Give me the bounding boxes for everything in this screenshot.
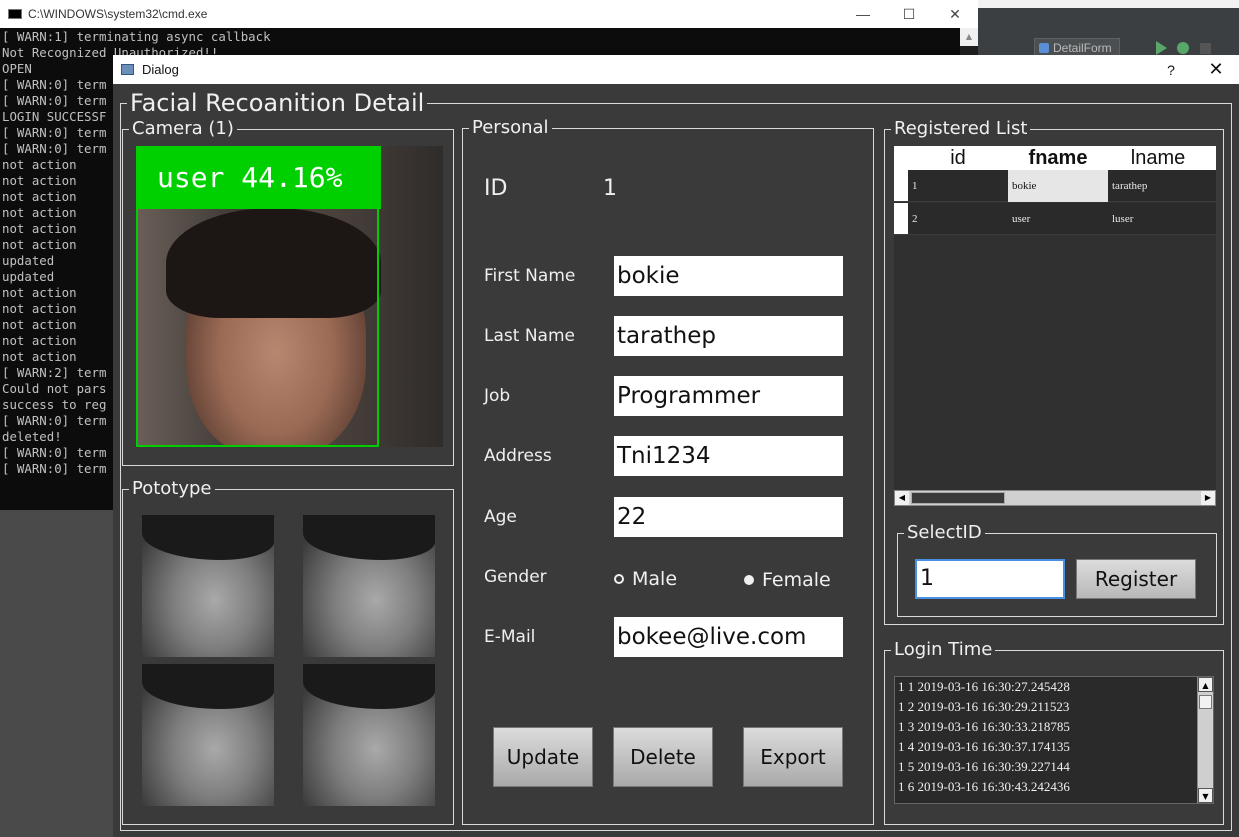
job-field[interactable]: Programmer xyxy=(614,376,843,416)
column-header-lname[interactable]: lname xyxy=(1108,146,1208,170)
debug-icon[interactable] xyxy=(1177,42,1189,54)
registered-table[interactable]: id fname lname 1 bokie tarathep 2 user l… xyxy=(894,146,1216,499)
id-label: ID xyxy=(484,176,508,201)
table-row[interactable]: 2 user luser xyxy=(894,203,1216,235)
cmd-icon xyxy=(8,9,22,19)
close-button[interactable]: ✕ xyxy=(1193,59,1239,80)
cmd-titlebar[interactable]: C:\WINDOWS\system32\cmd.exe — ☐ ✕ xyxy=(0,0,978,28)
prototype-image xyxy=(303,664,435,806)
list-item[interactable]: 1 2 2019-03-16 16:30:29.211523 xyxy=(895,697,1213,717)
login-group-title: Login Time xyxy=(891,639,996,661)
selectid-group: SelectID 1 Register xyxy=(897,522,1217,617)
ide-toolbar: DetailForm ▾ xyxy=(978,0,1239,73)
dialog-titlebar[interactable]: Dialog ? ✕ xyxy=(113,55,1239,84)
prototype-image xyxy=(303,515,435,657)
login-time-list[interactable]: 1 1 2019-03-16 16:30:27.245428 1 2 2019-… xyxy=(894,676,1214,804)
minimize-button[interactable]: — xyxy=(840,6,886,23)
email-label: E-Mail xyxy=(484,627,536,647)
female-label: Female xyxy=(762,569,831,591)
cell-lname[interactable]: luser xyxy=(1108,203,1208,235)
face-detection-box xyxy=(136,209,379,447)
gender-label: Gender xyxy=(484,567,547,587)
male-radio[interactable]: Male xyxy=(614,568,677,590)
prototype-group: Pototype xyxy=(122,478,454,825)
table-horizontal-scrollbar[interactable]: ◀ ▶ xyxy=(894,490,1216,506)
scroll-left-icon[interactable]: ◀ xyxy=(895,491,909,505)
scroll-down-icon[interactable]: ▼ xyxy=(1198,788,1213,803)
last-name-field[interactable]: tarathep xyxy=(614,316,843,356)
recognition-label: user 44.16% xyxy=(136,146,381,209)
maximize-button[interactable]: ☐ xyxy=(886,6,932,23)
register-button[interactable]: Register xyxy=(1076,559,1196,599)
job-label: Job xyxy=(484,386,511,406)
app-icon xyxy=(121,64,134,75)
column-header-fname[interactable]: fname xyxy=(1008,146,1108,170)
list-item[interactable]: 1 6 2019-03-16 16:30:43.242436 xyxy=(895,777,1213,797)
help-button[interactable]: ? xyxy=(1149,62,1193,78)
run-config-label: DetailForm xyxy=(1053,41,1112,55)
close-button[interactable]: ✕ xyxy=(932,6,978,23)
dialog-window: Dialog ? ✕ Facial Recoanition Detail Cam… xyxy=(113,55,1239,837)
female-radio[interactable]: Female xyxy=(744,569,831,591)
camera-view: user 44.16% xyxy=(136,146,443,447)
stop-icon[interactable] xyxy=(1200,43,1211,54)
age-field[interactable]: 22 xyxy=(614,497,843,537)
dialog-title: Dialog xyxy=(142,62,179,77)
cmd-title: C:\WINDOWS\system32\cmd.exe xyxy=(28,7,208,21)
group-title: Facial Recoanition Detail xyxy=(127,89,428,117)
login-time-group: Login Time 1 1 2019-03-16 16:30:27.24542… xyxy=(884,639,1224,825)
list-item[interactable]: 1 3 2019-03-16 16:30:33.218785 xyxy=(895,717,1213,737)
camera-group-title: Camera (1) xyxy=(129,118,237,140)
camera-group: Camera (1) user 44.16% xyxy=(122,118,454,466)
select-id-input[interactable]: 1 xyxy=(915,559,1065,599)
radio-checked-icon xyxy=(744,575,754,585)
first-name-label: First Name xyxy=(484,266,576,286)
prototype-group-title: Pototype xyxy=(129,478,215,500)
address-field[interactable]: Tni1234 xyxy=(614,436,843,476)
cell-fname[interactable]: user xyxy=(1008,203,1108,235)
cell-id[interactable]: 2 xyxy=(908,203,1008,235)
update-button[interactable]: Update xyxy=(493,727,593,787)
login-vertical-scrollbar[interactable]: ▲ ▼ xyxy=(1197,677,1213,803)
scroll-thumb[interactable] xyxy=(1199,695,1212,709)
email-field[interactable]: bokee@live.com xyxy=(614,617,843,657)
personal-group: Personal ID 1 First Name bokie Last Name… xyxy=(462,117,874,825)
table-header: id fname lname xyxy=(894,146,1216,170)
scroll-thumb[interactable] xyxy=(911,492,1005,504)
delete-button[interactable]: Delete xyxy=(613,727,713,787)
last-name-label: Last Name xyxy=(484,326,575,346)
column-header-id[interactable]: id xyxy=(908,146,1008,170)
prototype-image xyxy=(142,664,274,806)
registered-group-title: Registered List xyxy=(891,118,1031,140)
export-button[interactable]: Export xyxy=(743,727,843,787)
list-item[interactable]: 1 5 2019-03-16 16:30:39.227144 xyxy=(895,757,1213,777)
list-item[interactable]: 1 1 2019-03-16 16:30:27.245428 xyxy=(895,677,1213,697)
male-label: Male xyxy=(632,568,678,590)
prototype-image xyxy=(142,515,274,657)
cell-lname[interactable]: tarathep xyxy=(1108,170,1208,202)
table-row[interactable]: 1 bokie tarathep xyxy=(894,170,1216,202)
cell-fname[interactable]: bokie xyxy=(1008,170,1108,202)
first-name-field[interactable]: bokie xyxy=(614,256,843,296)
cell-id[interactable]: 1 xyxy=(908,170,1008,202)
personal-group-title: Personal xyxy=(469,117,552,139)
list-item[interactable]: 1 4 2019-03-16 16:30:37.174135 xyxy=(895,737,1213,757)
registered-list-group: Registered List id fname lname 1 bokie t… xyxy=(884,118,1224,625)
id-value: 1 xyxy=(603,176,617,201)
address-label: Address xyxy=(484,446,552,466)
run-icon[interactable] xyxy=(1156,41,1167,55)
age-label: Age xyxy=(484,507,517,527)
scroll-up-icon[interactable]: ▲ xyxy=(1198,677,1213,692)
scroll-right-icon[interactable]: ▶ xyxy=(1201,491,1215,505)
radio-icon xyxy=(614,574,624,584)
selectid-group-title: SelectID xyxy=(904,522,985,544)
